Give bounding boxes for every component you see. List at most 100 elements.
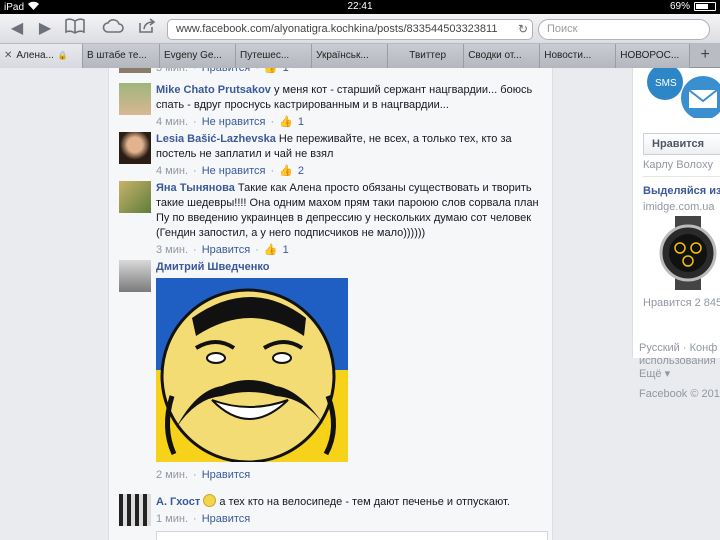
terms-link[interactable]: использования [639,355,716,368]
like-count[interactable]: 2 [298,164,304,179]
tab-item[interactable]: Evgeny Ge... [160,44,237,68]
status-right: 69% [670,1,716,12]
like-button-label: Нравится [652,138,705,150]
like-link[interactable]: Нравится [202,243,251,258]
browser-tabs: ✕ Алена... 🔒 В штабе те... Evgeny Ge... … [0,44,720,68]
close-tab-icon[interactable]: ✕ [4,44,12,68]
like-link[interactable]: Нравится [202,512,251,527]
comment-meta: 4 мин. · Не нравится · 👍 1 [156,115,304,130]
share-icon[interactable] [136,18,158,40]
commenter-avatar[interactable] [119,260,151,292]
thumbs-up-icon: 👍 [263,68,278,74]
comment-time: 4 мин. [156,116,189,128]
browser-toolbar: ◀ ▶ www.facebook.com/alyonatigra.kochkin… [0,14,720,44]
privacy-link[interactable]: Конф [690,342,718,354]
tab-label: Сводки от... [468,50,522,61]
like-count[interactable]: 1 [283,68,289,76]
ad-watch-image[interactable] [655,216,720,290]
commenter-avatar[interactable] [119,83,151,115]
url-text: www.facebook.com/alyonatigra.kochkina/po… [176,23,498,35]
comment-body: Дмитрий Шведченко 2 мин. · Нравится [156,260,549,483]
comment-author[interactable]: Яна Тынянова [156,182,235,194]
tab-label: НОВОРОС... [620,50,680,61]
tab-label: Українськ... [316,50,369,61]
liked-by-text: Карлу Волоху [643,159,713,171]
tab-label: Путешес... [240,50,290,61]
commenter-avatar[interactable] [119,68,151,73]
comment-image[interactable] [156,278,348,464]
commenter-avatar[interactable] [119,132,151,164]
language-link[interactable]: Русский [639,342,680,354]
comment-meta: 2 мин. · Нравится [156,468,251,483]
thumbs-up-icon: 👍 [279,116,293,128]
comment-text: а тех кто на велосипеде - тем дают печен… [219,496,510,508]
reply-input[interactable] [156,531,548,540]
forward-arrow-icon[interactable]: ▶ [34,18,56,40]
comment-meta: 3 мин. · Нравится · 👍 1 [156,243,289,258]
comment-author[interactable]: А. Гхост [156,496,200,508]
search-input[interactable]: Поиск [538,19,710,40]
sidebar-card: SMS Нравится Карлу Волоху Выделяйся из i… [632,64,720,358]
like-link[interactable]: Не нравится [202,164,266,179]
more-label: Ещё [639,368,662,380]
battery-icon [694,2,716,11]
new-tab-button[interactable]: + [690,44,720,67]
tab-item[interactable]: НОВОРОС... [616,44,691,68]
commenter-avatar[interactable] [119,181,151,213]
comment-author[interactable]: Lesia Bašić-Lazhevska [156,133,276,145]
tab-label: Новости... [544,50,592,61]
tab-label: Твиттер [409,50,447,61]
comment-item: Дмитрий Шведченко 2 мин. · Нравится [119,260,549,490]
tab-label: В штабе те... [86,50,147,61]
copyright: Facebook © 201 [639,388,720,400]
comment-body: Lesia Bašić-Lazhevska Не переживайте, не… [156,132,549,179]
tab-item[interactable]: В штабе те... [82,44,160,68]
comment-meta: 3 мин. · Нравится · 👍 1 [156,68,549,76]
divider [643,176,720,177]
comment-body: Mike Chato Prutsakov у меня кот - старши… [156,83,549,130]
comment-body: А. Гхост а тех кто на велосипеде - тем д… [156,494,549,527]
like-link[interactable]: Не нравится [202,115,266,130]
comments-column: 3 мин. · Нравится · 👍 1 Mike Chato Pruts… [108,68,553,540]
bookmarks-icon[interactable] [64,18,86,40]
tab-item[interactable]: ✕ Алена... 🔒 [0,44,83,68]
reload-icon[interactable]: ↻ [518,20,528,39]
tab-item[interactable]: Сводки от... [464,44,541,68]
comment-item: Mike Chato Prutsakov у меня кот - старши… [119,83,549,128]
tab-item[interactable]: Путешес... [236,44,313,68]
more-link[interactable]: Ещё ▾ [639,368,670,381]
ad-domain[interactable]: imidge.com.ua [643,201,715,213]
comment-author[interactable]: Дмитрий Шведченко [156,261,269,273]
tab-label: Evgeny Ge... [164,50,222,61]
ad-title[interactable]: Выделяйся из [643,185,720,197]
ios-status-bar: iPad 22:41 69% [0,0,720,14]
tab-item[interactable]: Твиттер [388,44,465,68]
like-count[interactable]: 1 [283,243,289,258]
tab-item[interactable]: Новости... [540,44,617,68]
like-count[interactable]: 1 [298,115,304,130]
battery-percent: 69% [669,1,690,12]
tab-item[interactable]: Українськ... [312,44,389,68]
comment-time: 4 мин. [156,165,189,177]
footer-separator: · [682,342,687,354]
comment-meta: 4 мин. · Не нравится · 👍 2 [156,164,304,179]
like-link[interactable]: Нравится [202,68,251,76]
comment-item: Lesia Bašić-Lazhevska Не переживайте, не… [119,132,549,177]
like-link[interactable]: Нравится [202,468,251,483]
page-content: 3 мин. · Нравится · 👍 1 Mike Chato Pruts… [0,64,720,540]
like-page-button[interactable]: Нравится [643,133,720,155]
smiley-emoji-icon [203,494,217,507]
comment-time: 3 мин. [156,68,189,74]
thumbs-up-icon: 👍 [263,244,278,256]
dropdown-caret-icon: ▾ [664,368,671,380]
meme-image [156,278,348,464]
back-arrow-icon[interactable]: ◀ [6,18,28,40]
comment-meta: 1 мин. · Нравится [156,512,251,527]
svg-text:SMS: SMS [655,78,677,89]
status-time: 22:41 [347,1,373,12]
commenter-avatar[interactable] [119,494,151,526]
icloud-tabs-icon[interactable] [102,18,124,40]
ad-likes: Нравится 2 845 [643,297,720,309]
comment-author[interactable]: Mike Chato Prutsakov [156,84,271,96]
address-bar[interactable]: www.facebook.com/alyonatigra.kochkina/po… [167,19,533,40]
